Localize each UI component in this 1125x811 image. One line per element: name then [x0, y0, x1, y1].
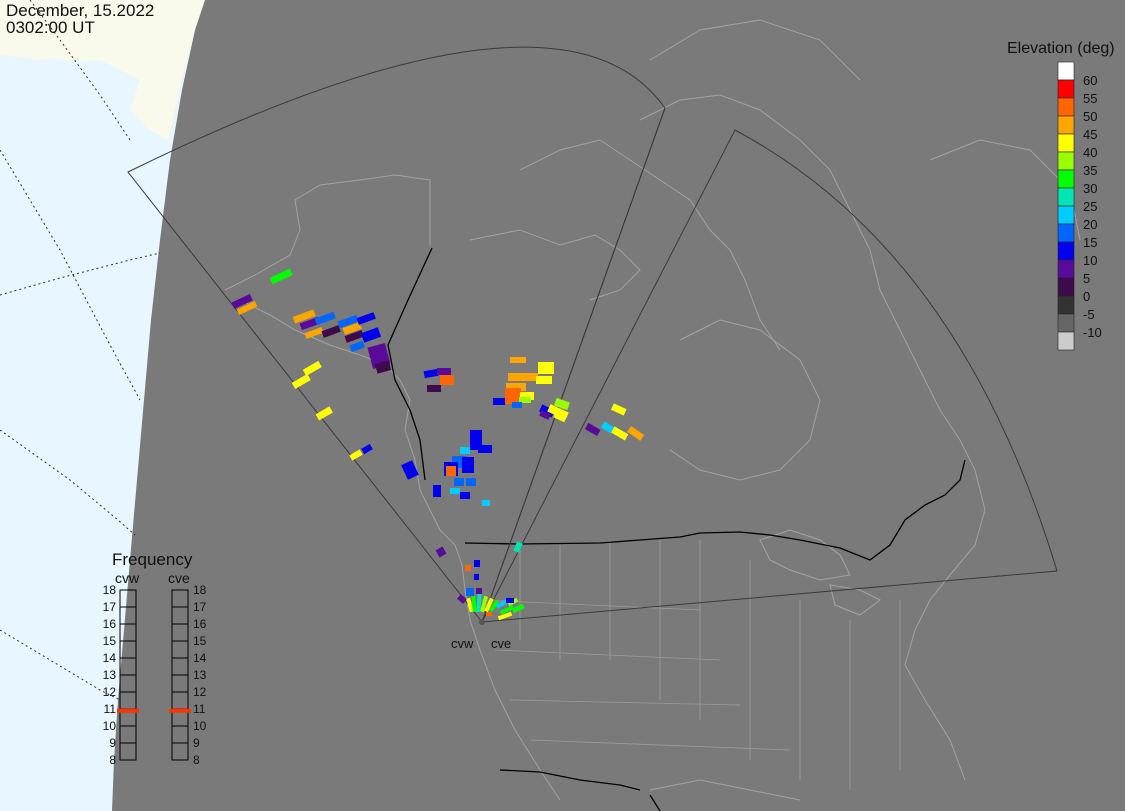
frequency-tick-label: 13 [193, 668, 207, 682]
frequency-tick-label: 11 [193, 702, 206, 716]
elevation-scale-bin [1057, 277, 1075, 297]
scatter-cell [454, 478, 464, 486]
elevation-scale-label: 50 [1083, 109, 1098, 124]
scatter-cell [508, 373, 538, 381]
radar-site-markers [479, 619, 485, 625]
scatter-cell [512, 402, 522, 408]
scatter-cell [510, 357, 526, 363]
scatter-cell [462, 457, 474, 473]
scatter-cell [466, 588, 474, 596]
date-label: December, 15.2022 [6, 1, 155, 20]
frequency-tick-label: 10 [193, 719, 207, 733]
elevation-color-scale [1057, 61, 1075, 351]
frequency-radar-cvw: cvw [115, 570, 140, 586]
elevation-scale-bin [1057, 223, 1075, 243]
elevation-scale-label: 5 [1083, 271, 1091, 286]
elevation-scale-bin [1057, 295, 1075, 315]
elevation-scale-label: 40 [1083, 145, 1098, 160]
frequency-tick-label: 8 [193, 753, 200, 767]
radar-map [0, 0, 1125, 811]
frequency-tick-label: 16 [193, 617, 207, 631]
time-label: 0302:00 UT [6, 18, 95, 37]
elevation-scale-bin [1057, 79, 1075, 99]
frequency-tick-label: 15 [102, 634, 116, 648]
frequency-tick-label: 10 [102, 719, 116, 733]
frequency-tick-label: 17 [193, 600, 207, 614]
elevation-scale-label: 55 [1083, 91, 1098, 106]
elevation-scale-label: -5 [1083, 307, 1095, 322]
elevation-scale-bin [1057, 241, 1075, 261]
elevation-scale-label: -10 [1083, 325, 1102, 340]
scatter-cell [437, 368, 451, 375]
frequency-marker [117, 708, 139, 713]
scatter-cell [460, 447, 470, 454]
frequency-marker [169, 708, 191, 713]
frequency-tick-label: 9 [109, 736, 116, 750]
radar-site-label-cvw: cvw [451, 636, 474, 651]
elevation-scale-bin [1057, 331, 1075, 351]
frequency-title: Frequency [112, 550, 193, 569]
scatter-cell [474, 560, 480, 567]
scatter-cell [506, 598, 514, 603]
radar-site-dot [479, 619, 485, 625]
scatter-cell [493, 398, 505, 405]
frequency-tick-label: 12 [193, 685, 207, 699]
frequency-tick-label: 12 [102, 685, 116, 699]
elevation-scale-bin [1057, 151, 1075, 171]
elevation-scale-label: 20 [1083, 217, 1098, 232]
scatter-cell [450, 488, 460, 494]
radar-site-label-cve: cve [491, 636, 512, 651]
scatter-cell [505, 388, 521, 404]
elevation-scale-bin [1057, 169, 1075, 189]
frequency-tick-label: 8 [109, 753, 116, 767]
scatter-cell [440, 375, 454, 385]
scatter-cell [460, 492, 470, 499]
frequency-tick-label: 9 [193, 736, 200, 750]
frequency-tick-label: 16 [102, 617, 116, 631]
frequency-tick-label: 14 [102, 651, 116, 665]
scatter-cell [476, 588, 482, 594]
frequency-tick-label: 14 [193, 651, 207, 665]
scatter-cell [427, 385, 441, 392]
scatter-cell [466, 478, 476, 486]
elevation-scale-label: 60 [1083, 73, 1098, 88]
elevation-scale-label: 10 [1083, 253, 1098, 268]
frequency-radar-cve: cve [168, 570, 190, 586]
scatter-cell [536, 376, 552, 384]
frequency-tick-label: 18 [102, 583, 116, 597]
frequency-tick-label: 11 [103, 702, 116, 716]
elevation-scale-bin [1057, 133, 1075, 153]
frequency-tick-label: 15 [193, 634, 207, 648]
scatter-cell [474, 574, 479, 580]
elevation-scale-label: 30 [1083, 181, 1098, 196]
elevation-scale-label: 35 [1083, 163, 1098, 178]
scatter-cell [433, 485, 441, 497]
scatter-cell [538, 362, 554, 374]
scatter-cell [478, 445, 492, 453]
elevation-scale-bin [1057, 313, 1075, 333]
elevation-scale-bin [1057, 187, 1075, 207]
elevation-scale-bin [1057, 97, 1075, 117]
elevation-scale-label: 25 [1083, 199, 1098, 214]
elevation-scale-label: 0 [1083, 289, 1091, 304]
scatter-cell [486, 612, 492, 616]
scatter-cell [446, 466, 456, 476]
elevation-scale-bin [1057, 61, 1075, 81]
elevation-scale-title: Elevation (deg) [1007, 40, 1115, 57]
elevation-scale-label: 45 [1083, 127, 1098, 142]
scatter-cell [482, 500, 490, 506]
elevation-scale-bin [1057, 115, 1075, 135]
elevation-scale-label: 15 [1083, 235, 1098, 250]
frequency-tick-label: 18 [193, 583, 207, 597]
elevation-scale-bin [1057, 259, 1075, 279]
frequency-tick-label: 17 [102, 600, 116, 614]
frequency-tick-label: 13 [102, 668, 116, 682]
scatter-cell [465, 565, 471, 571]
elevation-scale-bin [1057, 205, 1075, 225]
